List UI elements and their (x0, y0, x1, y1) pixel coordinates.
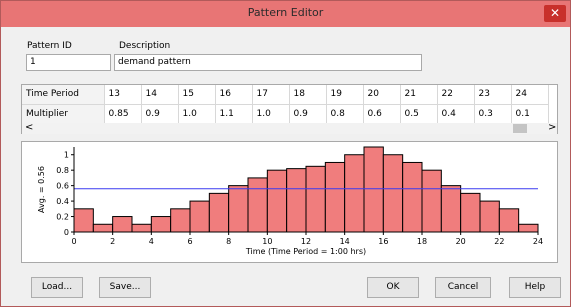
bar (498, 208, 520, 233)
close-button[interactable]: ✕ (544, 5, 566, 22)
x-tick-label: 10 (262, 237, 272, 246)
bar (421, 169, 442, 233)
scroll-right-icon[interactable]: > (548, 122, 556, 134)
bar (344, 154, 365, 233)
x-tick-label: 24 (533, 237, 543, 246)
multiplier-cell[interactable]: 0.4 (437, 104, 475, 124)
bar (73, 208, 94, 233)
multiplier-header: Multiplier (22, 104, 105, 124)
multiplier-cell[interactable]: 1.0 (178, 104, 216, 124)
bar (518, 223, 539, 233)
time-period-row: Time Period 13 14 15 16 17 18 19 20 21 2… (22, 85, 549, 105)
x-tick-label: 6 (187, 237, 192, 246)
time-period-cell[interactable]: 20 (363, 85, 401, 105)
y-tick-label: 0 (64, 228, 69, 237)
bar (479, 200, 500, 233)
multiplier-cell[interactable]: 0.8 (326, 104, 364, 124)
load-button[interactable]: Load... (31, 277, 83, 298)
bar (170, 208, 191, 233)
bar (324, 161, 346, 233)
bar (112, 216, 133, 233)
x-axis-label: Time (Time Period = 1:00 hrs) (245, 247, 366, 256)
multiplier-cell[interactable]: 1.1 (215, 104, 253, 124)
time-period-cell[interactable]: 15 (178, 85, 216, 105)
y-tick-label: 0.2 (56, 213, 69, 222)
bar (266, 169, 288, 233)
pattern-chart: 00.20.40.60.810 2 4 6 8 10 12 14 16 18 20 22 24Time … (37, 146, 543, 256)
title-bar[interactable]: Pattern Editor ✕ (1, 1, 570, 27)
multiplier-cell[interactable]: 0.1 (511, 104, 549, 124)
description-label: Description (119, 41, 171, 51)
close-icon: ✕ (549, 6, 561, 20)
save-button[interactable]: Save... (99, 277, 151, 298)
multiplier-cell[interactable]: 0.6 (363, 104, 401, 124)
bar (363, 146, 384, 233)
bar (150, 216, 172, 233)
x-tick-label: 22 (494, 237, 504, 246)
pattern-id-label: Pattern ID (27, 41, 72, 51)
window-title: Pattern Editor (247, 6, 324, 19)
time-period-cell[interactable]: 22 (437, 85, 475, 105)
time-period-cell[interactable]: 14 (141, 85, 179, 105)
y-tick-label: 0.8 (56, 166, 69, 175)
x-tick-label: 14 (340, 237, 350, 246)
x-tick-label: 20 (456, 237, 466, 246)
bar (402, 161, 423, 233)
bar (382, 154, 404, 233)
bar (208, 192, 230, 233)
y-tick-label: 0.6 (56, 182, 69, 191)
bar (460, 192, 481, 233)
pattern-grid: Time Period 13 14 15 16 17 18 19 20 21 2… (21, 84, 558, 134)
bar (131, 223, 152, 233)
x-tick-label: 2 (110, 237, 115, 246)
multiplier-cell[interactable]: 1.0 (252, 104, 290, 124)
x-tick-label: 18 (417, 237, 427, 246)
time-period-cell[interactable]: 16 (215, 85, 253, 105)
time-period-header: Time Period (22, 85, 105, 105)
multiplier-cell[interactable]: 0.3 (474, 104, 512, 124)
scroll-thumb[interactable] (513, 124, 527, 133)
x-tick-label: 0 (71, 237, 76, 246)
pattern-chart-panel: 0 0.2 0.4 0.6 0.8 1 0 2 4 6 8 10 12 14 16 18 20 22 24 Time … (21, 141, 558, 263)
bar (305, 165, 326, 233)
help-button[interactable]: Help (509, 277, 561, 298)
multiplier-cell[interactable]: 0.85 (104, 104, 142, 124)
time-period-cell[interactable]: 21 (400, 85, 438, 105)
bar (228, 185, 249, 233)
time-period-cell[interactable]: 17 (252, 85, 290, 105)
horizontal-scrollbar[interactable]: < > (22, 122, 557, 134)
scroll-left-icon[interactable]: < (25, 122, 33, 134)
pattern-id-field[interactable]: 1 (26, 54, 111, 71)
x-tick-label: 12 (301, 237, 311, 246)
pattern-editor-window: Pattern Editor ✕ Pattern ID 1 Descriptio… (0, 0, 571, 307)
multiplier-cell[interactable]: 0.9 (289, 104, 327, 124)
time-period-cell[interactable]: 18 (289, 85, 327, 105)
description-field[interactable]: demand pattern (114, 54, 422, 71)
bar (92, 223, 114, 233)
cancel-button[interactable]: Cancel (435, 277, 491, 298)
time-period-cell[interactable]: 23 (474, 85, 512, 105)
bar (286, 168, 307, 233)
y-tick-label: 1 (64, 151, 69, 160)
y-tick-label: 0.4 (56, 197, 69, 206)
ok-button[interactable]: OK (367, 277, 419, 298)
bar (247, 177, 268, 233)
time-period-cell[interactable]: 19 (326, 85, 364, 105)
y-axis-label: Avg. = 0.56 (37, 166, 46, 213)
x-tick-label: 8 (226, 237, 231, 246)
multiplier-row: Multiplier 0.85 0.9 1.0 1.1 1.0 0.9 0.8 … (22, 104, 549, 124)
multiplier-cell[interactable]: 0.9 (141, 104, 179, 124)
multiplier-cell[interactable]: 0.5 (400, 104, 438, 124)
x-tick-label: 16 (378, 237, 388, 246)
bar (440, 185, 462, 233)
time-period-cell[interactable]: 24 (511, 85, 549, 105)
time-period-cell[interactable]: 13 (104, 85, 142, 105)
x-tick-label: 4 (149, 237, 154, 246)
bar (189, 200, 210, 233)
